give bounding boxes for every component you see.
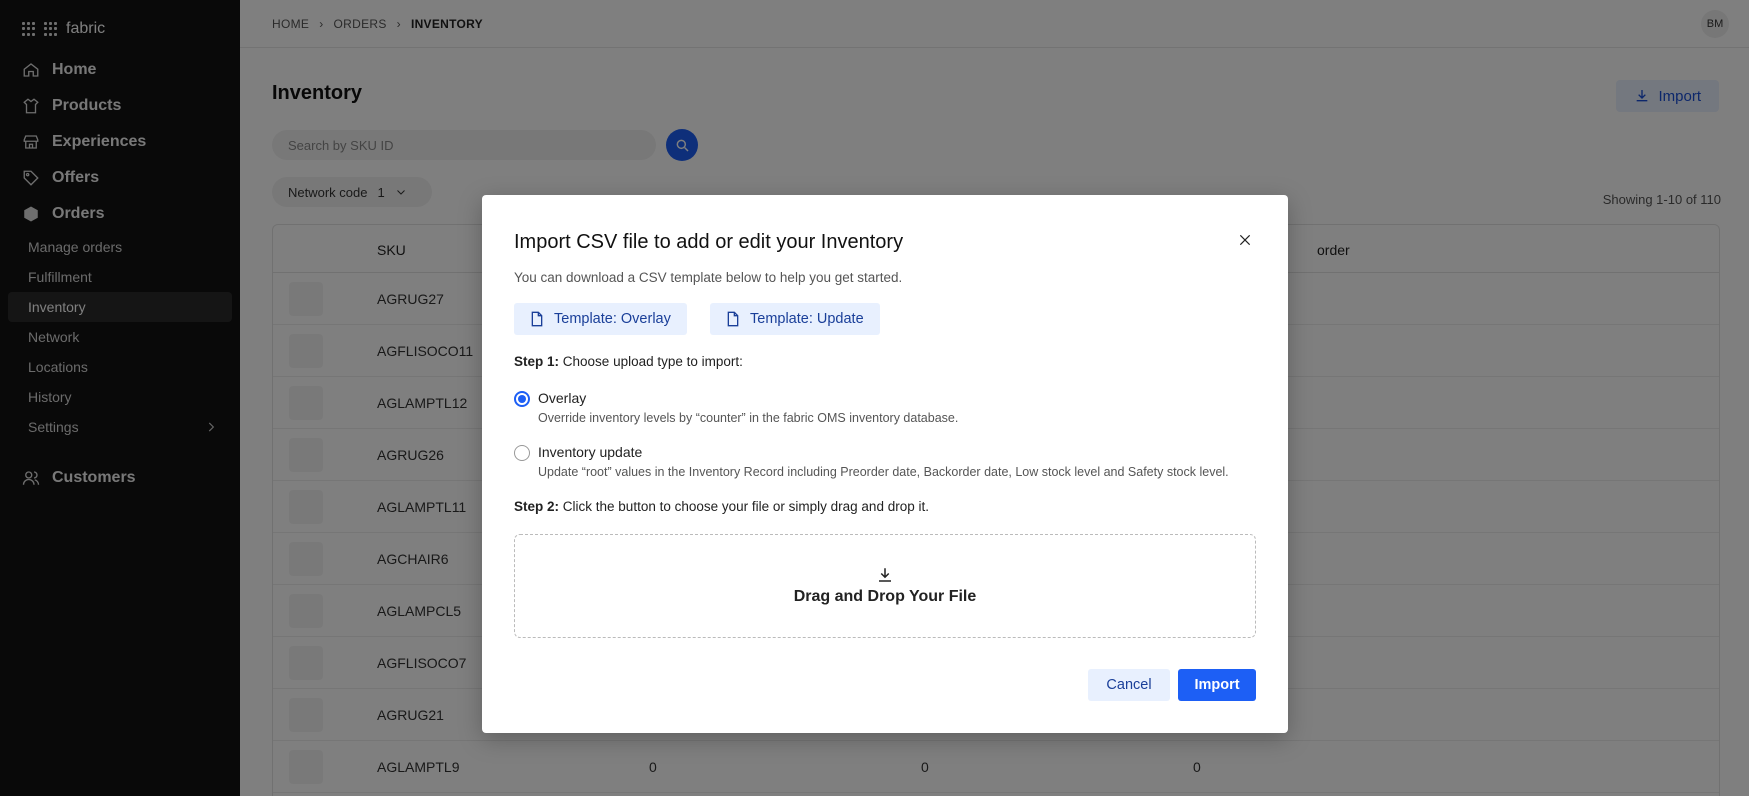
dropzone-text: Drag and Drop Your File bbox=[793, 588, 977, 605]
file-icon bbox=[727, 311, 739, 327]
overlay-option-label[interactable]: Overlay bbox=[538, 390, 586, 406]
cancel-button[interactable]: Cancel bbox=[1088, 669, 1170, 701]
template-overlay-label: Template: Overlay bbox=[554, 311, 671, 327]
step1-text: Choose upload type to import: bbox=[562, 354, 743, 369]
step2-text: Click the button to choose your file or … bbox=[562, 499, 929, 514]
step2-heading: Step 2: Click the button to choose your … bbox=[514, 499, 929, 514]
inventory-update-option-description: Update “root” values in the Inventory Re… bbox=[538, 465, 1229, 479]
import-modal: Import CSV file to add or edit your Inve… bbox=[482, 195, 1288, 733]
template-update-label: Template: Update bbox=[750, 311, 864, 327]
step2-label: Step 2: bbox=[514, 499, 560, 514]
inventory-update-option-label[interactable]: Inventory update bbox=[538, 444, 642, 460]
import-submit-button[interactable]: Import bbox=[1178, 669, 1256, 701]
step1-label: Step 1: bbox=[514, 354, 560, 369]
modal-title: Import CSV file to add or edit your Inve… bbox=[514, 231, 904, 253]
overlay-option-description: Override inventory levels by “counter” i… bbox=[538, 411, 959, 425]
inventory-update-radio[interactable] bbox=[514, 445, 530, 461]
file-dropzone[interactable]: Drag and Drop Your File bbox=[514, 534, 1256, 638]
template-update-button[interactable]: Template: Update bbox=[710, 303, 880, 335]
template-overlay-button[interactable]: Template: Overlay bbox=[514, 303, 687, 335]
close-icon[interactable] bbox=[1238, 233, 1252, 247]
download-icon bbox=[879, 568, 891, 582]
step1-heading: Step 1: Choose upload type to import: bbox=[514, 354, 743, 369]
modal-subtitle: You can download a CSV template below to… bbox=[514, 270, 903, 285]
overlay-radio[interactable] bbox=[514, 391, 530, 407]
file-icon bbox=[531, 311, 543, 327]
